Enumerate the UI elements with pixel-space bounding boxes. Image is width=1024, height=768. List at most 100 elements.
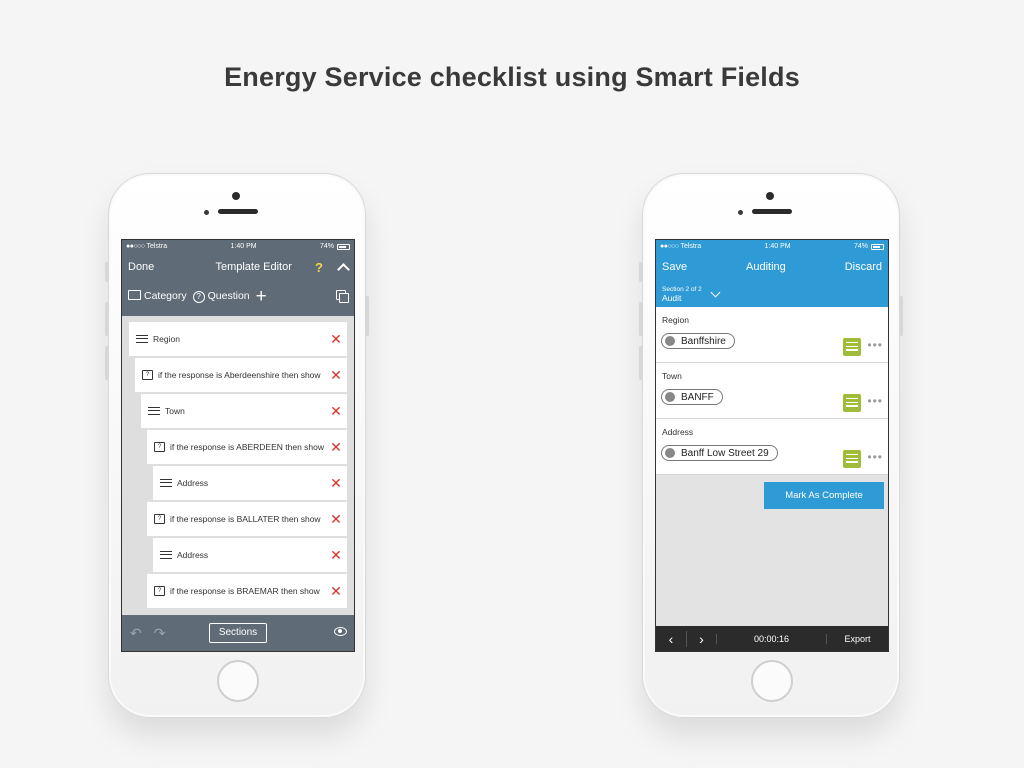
page-headline: Energy Service checklist using Smart Fie… (224, 62, 800, 92)
field-address: Address Banff Low Street 29 ••• (656, 419, 888, 475)
signal-icon: ●●○○○ (660, 243, 679, 250)
volume-up-button (105, 302, 109, 336)
row-label: if the response is ABERDEEN then show (170, 442, 325, 452)
mute-switch (639, 262, 643, 282)
field-region: Region Banffshire ••• (656, 307, 888, 363)
chevron-down-icon[interactable] (710, 287, 721, 297)
response-chip[interactable]: Banffshire (661, 333, 735, 349)
row-label: Address (177, 478, 209, 488)
question-icon: ? (192, 290, 205, 303)
chip-dot-icon (665, 448, 675, 458)
status-bar: ●●○○○ Telstra 1:40 PM 74% (122, 240, 354, 253)
audit-timer: 00:00:16 (716, 633, 826, 644)
chip-value: Banffshire (681, 335, 726, 347)
condition-icon: ? (154, 514, 165, 524)
earpiece-speaker (752, 209, 792, 214)
tree-row[interactable]: ? if the response is BRAEMAR then show ✕ (147, 574, 347, 608)
home-button (217, 660, 259, 702)
copy-icon[interactable] (336, 290, 349, 303)
response-chip[interactable]: Banff Low Street 29 (661, 445, 778, 461)
tree-row[interactable]: Town ✕ (141, 394, 347, 428)
delete-icon[interactable]: ✕ (325, 547, 347, 564)
list-icon (136, 334, 148, 344)
add-question-button[interactable]: ? Question (192, 290, 250, 303)
folder-icon (128, 290, 141, 300)
field-town: Town BANFF ••• (656, 363, 888, 419)
chevron-up-icon[interactable] (337, 262, 350, 276)
more-icon[interactable]: ••• (867, 339, 883, 351)
editor-bottom-bar: ↶ ↷ Sections (122, 615, 354, 651)
row-label: if the response is Aberdeenshire then sh… (158, 370, 321, 380)
redo-icon[interactable]: ↷ (154, 625, 166, 642)
power-button (365, 296, 369, 336)
section-name: Audit (662, 293, 682, 303)
note-icon[interactable] (843, 450, 861, 468)
more-icon[interactable]: ••• (867, 451, 883, 463)
proximity-sensor (204, 210, 209, 215)
front-camera (766, 192, 774, 200)
audit-nav-bar: Save Auditing Discard (656, 253, 888, 281)
chip-value: BANFF (681, 391, 714, 403)
export-button[interactable]: Export (826, 633, 888, 644)
carrier-name: Telstra (146, 243, 168, 250)
eye-icon[interactable] (334, 627, 347, 636)
add-category-button[interactable]: Category (128, 290, 187, 302)
help-icon[interactable]: ? (315, 260, 323, 275)
chip-dot-icon (665, 336, 675, 346)
battery-percent: 74% (853, 243, 868, 250)
save-button[interactable]: Save (662, 261, 687, 273)
carrier-name: Telstra (680, 243, 702, 250)
mark-complete-button[interactable]: Mark As Complete (764, 482, 884, 509)
discard-button[interactable]: Discard (845, 261, 882, 273)
section-counter: Section 2 of 2 (662, 286, 702, 293)
list-icon (160, 550, 172, 560)
chevron-right-icon[interactable]: › (686, 630, 716, 647)
plus-icon[interactable]: + (256, 287, 267, 306)
row-label: Region (153, 334, 180, 344)
field-label: Address (662, 427, 694, 437)
delete-icon[interactable]: ✕ (325, 367, 347, 384)
delete-icon[interactable]: ✕ (325, 583, 347, 600)
row-label: if the response is BRAEMAR then show (170, 586, 320, 596)
proximity-sensor (738, 210, 743, 215)
note-icon[interactable] (843, 394, 861, 412)
tree-row[interactable]: Region ✕ (129, 322, 347, 356)
section-selector[interactable]: Section 2 of 2 Audit (656, 281, 888, 307)
chip-value: Banff Low Street 29 (681, 447, 769, 459)
tree-row[interactable]: ? if the response is BALLATER then show … (147, 502, 347, 536)
template-tree: Region ✕ ? if the response is Aberdeensh… (122, 316, 354, 616)
chevron-left-icon[interactable]: ‹ (656, 631, 686, 647)
status-time: 1:40 PM (230, 243, 257, 250)
home-button (751, 660, 793, 702)
tree-row[interactable]: Address ✕ (153, 466, 347, 500)
condition-icon: ? (142, 370, 153, 380)
battery-icon (871, 243, 884, 250)
list-icon (160, 478, 172, 488)
done-button[interactable]: Done (128, 261, 154, 273)
earpiece-speaker (218, 209, 258, 214)
delete-icon[interactable]: ✕ (325, 403, 347, 420)
editor-toolbar: Category ? Question + (122, 281, 354, 311)
tree-row[interactable]: ? if the response is Aberdeenshire then … (135, 358, 347, 392)
delete-icon[interactable]: ✕ (325, 511, 347, 528)
delete-icon[interactable]: ✕ (325, 331, 347, 348)
chip-dot-icon (665, 392, 675, 402)
row-label: Town (165, 406, 185, 416)
field-label: Town (662, 371, 682, 381)
delete-icon[interactable]: ✕ (325, 475, 347, 492)
status-time: 1:40 PM (764, 243, 791, 250)
sections-button[interactable]: Sections (209, 623, 267, 643)
row-label: Address (177, 550, 209, 560)
status-bar: ●●○○○ Telstra 1:40 PM 74% (656, 240, 888, 253)
battery-icon (337, 243, 350, 250)
phone-auditing: ●●○○○ Telstra 1:40 PM 74% Save Auditing … (639, 173, 903, 718)
tree-row[interactable]: Address ✕ (153, 538, 347, 572)
list-icon (148, 406, 160, 416)
mute-switch (105, 262, 109, 282)
response-chip[interactable]: BANFF (661, 389, 723, 405)
undo-icon[interactable]: ↶ (130, 625, 142, 642)
delete-icon[interactable]: ✕ (325, 439, 347, 456)
tree-row[interactable]: ? if the response is ABERDEEN then show … (147, 430, 347, 464)
more-icon[interactable]: ••• (867, 395, 883, 407)
note-icon[interactable] (843, 338, 861, 356)
